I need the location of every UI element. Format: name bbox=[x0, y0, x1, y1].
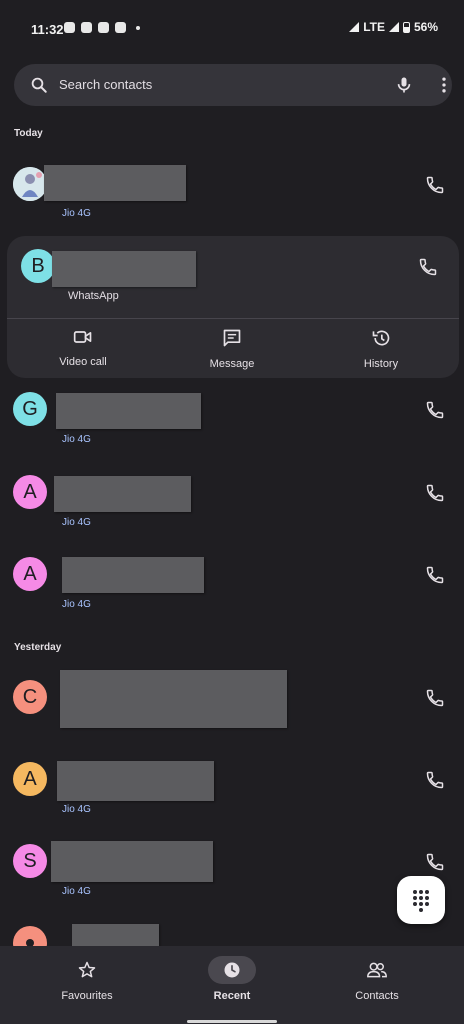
contact-avatar: A bbox=[13, 475, 47, 509]
battery-icon bbox=[402, 21, 410, 33]
redacted-contact-name bbox=[62, 557, 204, 593]
contact-avatar: C bbox=[13, 680, 47, 714]
contact-avatar: B bbox=[21, 249, 55, 283]
battery-level: 56% bbox=[413, 20, 438, 34]
phone-call-icon[interactable] bbox=[418, 257, 438, 277]
redacted-contact-name bbox=[57, 761, 214, 801]
contact-photo bbox=[13, 167, 47, 201]
contacts-icon bbox=[367, 962, 387, 978]
redacted-contact-name bbox=[56, 393, 201, 429]
contact-avatar: S bbox=[13, 844, 47, 878]
redacted-contact-name bbox=[72, 924, 159, 946]
section-header-today: Today bbox=[14, 128, 43, 139]
call-subtitle: Jio 4G bbox=[62, 434, 91, 445]
recent-call-row[interactable] bbox=[0, 908, 464, 946]
search-input[interactable]: Search contacts bbox=[59, 77, 152, 92]
phone-call-icon[interactable] bbox=[425, 400, 445, 420]
message-button[interactable]: Message bbox=[172, 328, 292, 370]
nav-favourites-label: Favourites bbox=[61, 990, 113, 1002]
redacted-contact-name bbox=[52, 251, 196, 287]
star-icon bbox=[78, 961, 96, 978]
call-subtitle: Jio 4G bbox=[62, 804, 91, 815]
call-subtitle: Jio 4G bbox=[62, 886, 91, 897]
redacted-contact-name bbox=[44, 165, 186, 201]
search-icon bbox=[31, 77, 47, 93]
redacted-contact-name bbox=[51, 841, 213, 882]
nav-icon-container bbox=[208, 956, 256, 984]
clock-icon bbox=[224, 962, 240, 978]
nav-favourites[interactable]: Favourites bbox=[12, 946, 162, 1024]
recent-call-row[interactable]: C bbox=[0, 662, 464, 734]
phone-call-icon[interactable] bbox=[425, 175, 445, 195]
dialpad-button[interactable] bbox=[397, 876, 445, 924]
phone-call-icon[interactable] bbox=[425, 688, 445, 708]
recent-call-row[interactable]: A Jio 4G bbox=[0, 539, 464, 611]
signal-icon-2 bbox=[388, 22, 399, 32]
video-call-label: Video call bbox=[59, 356, 107, 368]
expanded-contact-card[interactable]: B WhatsApp Video call Message History bbox=[7, 236, 459, 378]
call-subtitle: WhatsApp bbox=[68, 290, 119, 302]
recent-call-row[interactable]: S Jio 4G bbox=[0, 826, 464, 898]
network-type: LTE bbox=[363, 20, 385, 34]
section-header-yesterday: Yesterday bbox=[14, 642, 62, 653]
history-icon bbox=[372, 330, 390, 346]
nav-icon-container bbox=[353, 956, 401, 984]
message-icon bbox=[223, 329, 241, 347]
dialpad-icon bbox=[413, 890, 429, 912]
phone-call-icon[interactable] bbox=[425, 483, 445, 503]
app-icon bbox=[115, 22, 126, 33]
avatar-dot bbox=[26, 939, 34, 946]
search-bar[interactable]: Search contacts bbox=[14, 64, 452, 106]
notification-icon bbox=[64, 22, 75, 33]
call-subtitle: Jio 4G bbox=[62, 599, 91, 610]
redacted-contact-name bbox=[60, 670, 287, 728]
phone-call-icon[interactable] bbox=[425, 770, 445, 790]
recent-call-row[interactable]: G Jio 4G bbox=[0, 374, 464, 446]
system-icons: LTE 56% bbox=[349, 20, 438, 34]
recent-call-row[interactable]: Jio 4G bbox=[0, 150, 464, 222]
status-time: 11:32 bbox=[31, 22, 64, 37]
nav-recent-label: Recent bbox=[213, 990, 251, 1002]
card-divider bbox=[7, 318, 459, 319]
microphone-icon[interactable] bbox=[394, 75, 414, 95]
nav-icon-container bbox=[63, 956, 111, 984]
contact-avatar bbox=[13, 926, 47, 946]
redacted-contact-name bbox=[54, 476, 191, 512]
recent-call-row[interactable]: A Jio 4G bbox=[0, 744, 464, 816]
video-call-icon bbox=[73, 331, 92, 343]
nav-contacts[interactable]: Contacts bbox=[302, 946, 452, 1024]
message-label: Message bbox=[209, 358, 255, 370]
status-bar: 11:32 LTE 56% bbox=[0, 0, 464, 56]
video-call-button[interactable]: Video call bbox=[23, 328, 143, 368]
history-label: History bbox=[363, 358, 399, 370]
gmail-icon bbox=[81, 22, 92, 33]
contact-avatar: A bbox=[13, 557, 47, 591]
contact-avatar: A bbox=[13, 762, 47, 796]
nav-contacts-label: Contacts bbox=[355, 990, 399, 1002]
notification-icons bbox=[64, 22, 140, 33]
more-notifications-icon bbox=[136, 25, 140, 30]
chat-icon bbox=[98, 22, 109, 33]
phone-call-icon[interactable] bbox=[425, 852, 445, 872]
contact-photo-avatar bbox=[13, 167, 47, 201]
recent-call-row[interactable]: A Jio 4G bbox=[0, 457, 464, 529]
home-indicator[interactable] bbox=[187, 1020, 277, 1023]
nav-recent[interactable]: Recent bbox=[157, 946, 307, 1024]
call-subtitle: Jio 4G bbox=[62, 517, 91, 528]
contact-avatar: G bbox=[13, 392, 47, 426]
call-subtitle: Jio 4G bbox=[62, 208, 91, 219]
bottom-navigation: Favourites Recent Contacts bbox=[0, 946, 464, 1024]
phone-call-icon[interactable] bbox=[425, 565, 445, 585]
history-button[interactable]: History bbox=[321, 328, 441, 370]
more-options-icon[interactable] bbox=[434, 75, 454, 95]
signal-icon bbox=[349, 22, 360, 32]
